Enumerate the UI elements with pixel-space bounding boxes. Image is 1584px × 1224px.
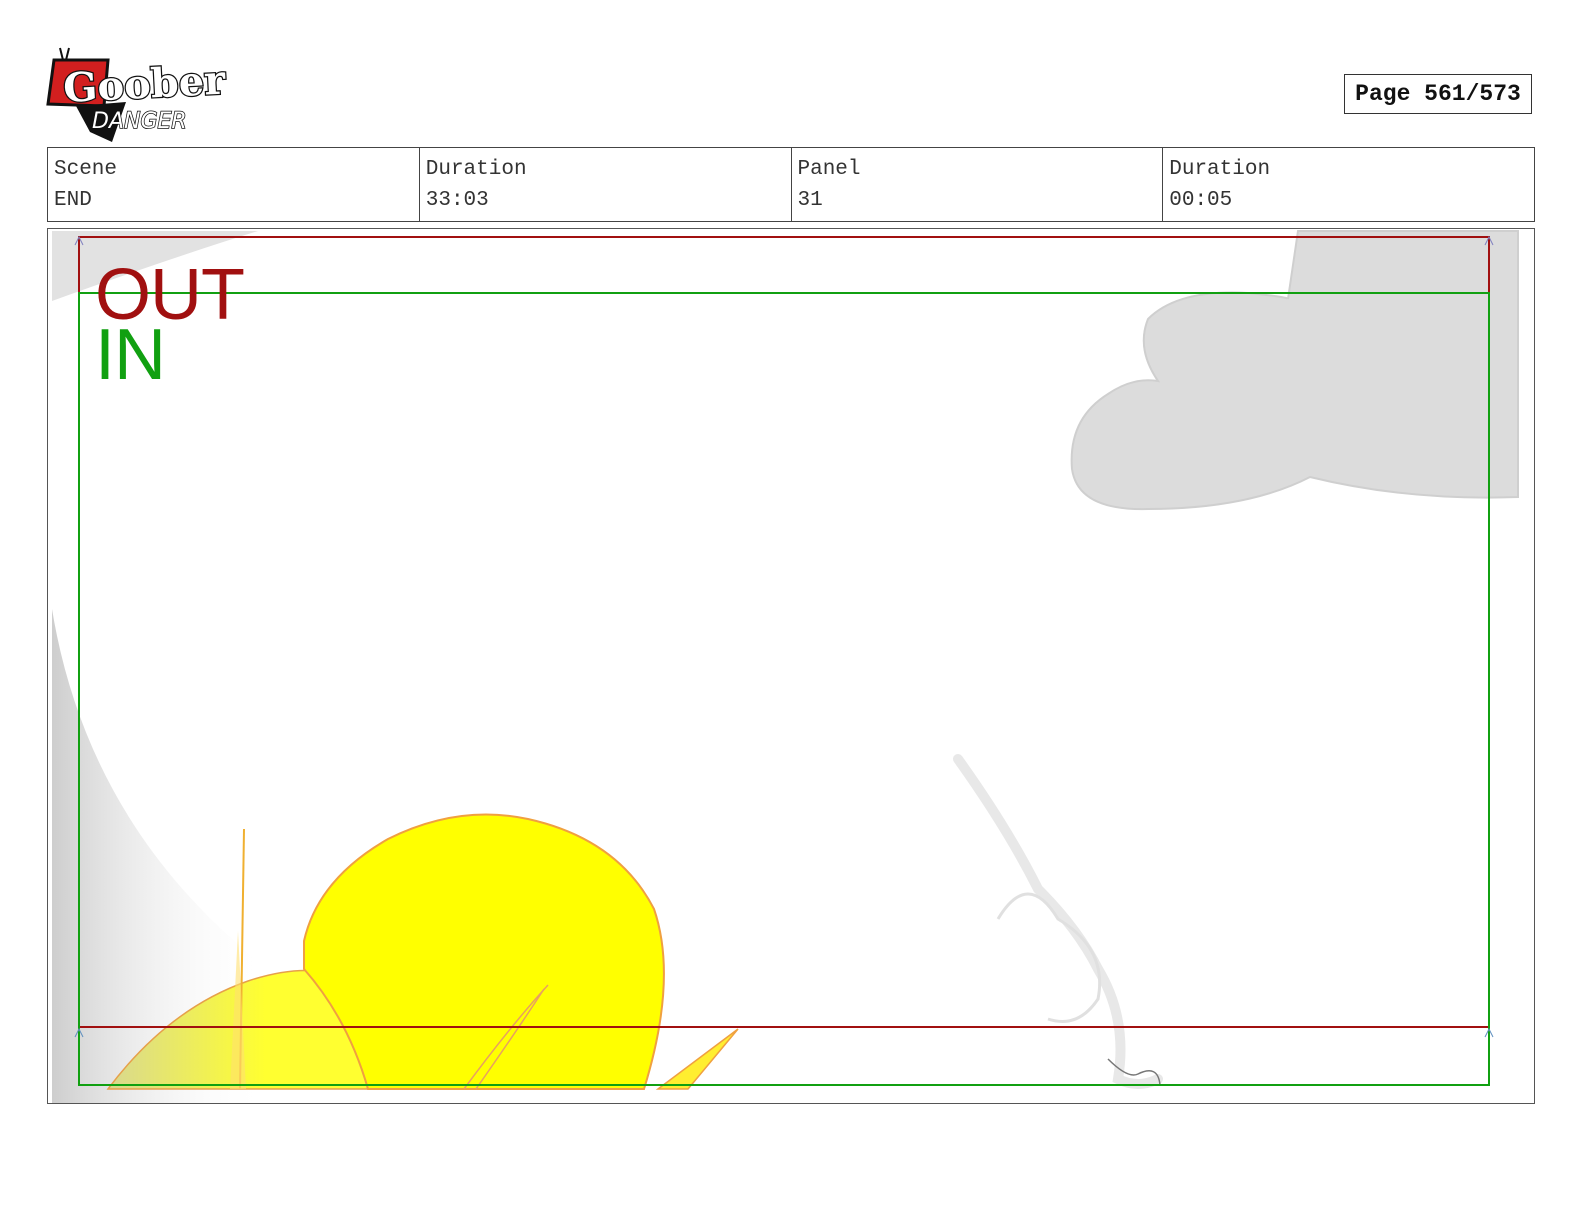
page-number: Page 561/573	[1344, 74, 1532, 114]
panel-value: 31	[797, 189, 823, 212]
smoke-wisp	[953, 754, 1163, 1089]
panel-label: Panel	[797, 158, 861, 181]
logo-line2: DANGER	[92, 109, 187, 134]
scene-duration-value: 33:03	[425, 189, 489, 212]
panel-cell: Panel 31	[792, 148, 1164, 221]
scene-duration-label: Duration	[425, 158, 527, 181]
panel-info-table: Scene END Duration 33:03 Panel 31 Durati…	[47, 147, 1535, 222]
in-label: IN	[95, 315, 166, 395]
cloud-shape	[1070, 230, 1519, 511]
storyboard-panel: OUT IN	[47, 228, 1535, 1104]
scene-value: END	[54, 189, 92, 212]
panel-artwork	[52, 230, 1519, 1103]
panel-duration-value: 00:05	[1169, 189, 1233, 212]
logo-line1: Goober	[62, 57, 227, 112]
goober-danger-logo: Goober DANGER	[46, 44, 230, 148]
logo-icon: Goober DANGER	[46, 47, 228, 142]
panel-duration-label: Duration	[1169, 158, 1271, 181]
yellow-blob-main	[303, 813, 665, 1090]
scene-cell: Scene END	[48, 148, 420, 221]
scene-label: Scene	[54, 158, 118, 181]
scene-duration-cell: Duration 33:03	[420, 148, 792, 221]
panel-duration-cell: Duration 00:05	[1163, 148, 1534, 221]
